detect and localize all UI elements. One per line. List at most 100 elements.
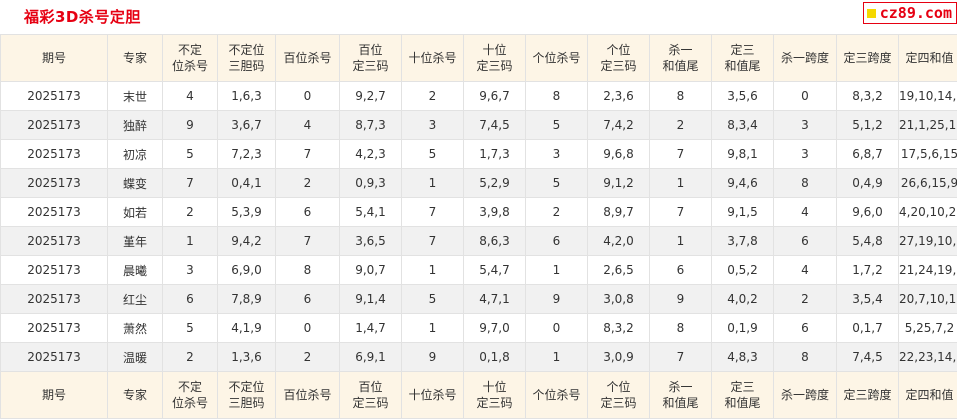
table-cell: 5 bbox=[526, 169, 588, 198]
table-cell: 9,6,7 bbox=[464, 82, 526, 111]
table-cell: 4 bbox=[774, 198, 837, 227]
table-cell: 8 bbox=[526, 82, 588, 111]
table-cell: 2025173 bbox=[1, 140, 108, 169]
table-cell: 5 bbox=[163, 314, 218, 343]
table-cell: 5,3,9 bbox=[218, 198, 276, 227]
column-header-label-line1: 十位杀号 bbox=[402, 50, 463, 66]
table-header: 期号专家不定位杀号不定位三胆码百位杀号百位定三码十位杀号十位定三码个位杀号个位定… bbox=[1, 35, 957, 82]
table-cell: 9,7,0 bbox=[464, 314, 526, 343]
footer-column-header-label-line1: 杀一 bbox=[650, 379, 711, 395]
table-cell: 红尘 bbox=[108, 285, 163, 314]
table-cell: 初凉 bbox=[108, 140, 163, 169]
table-cell: 2 bbox=[163, 198, 218, 227]
table-cell: 7 bbox=[276, 227, 340, 256]
table-cell: 3,0,8 bbox=[588, 285, 650, 314]
table-cell: 2025173 bbox=[1, 285, 108, 314]
footer-column-header-label-line2: 和值尾 bbox=[712, 395, 773, 411]
footer-column-header-cell: 不定位三胆码 bbox=[218, 372, 276, 419]
table-cell: 9,0,7 bbox=[340, 256, 402, 285]
table-cell: 26,6,15,9 bbox=[899, 169, 957, 198]
table-cell: 8,9,7 bbox=[588, 198, 650, 227]
table-cell: 0,4,9 bbox=[837, 169, 899, 198]
table-cell: 3,6,7 bbox=[218, 111, 276, 140]
table-cell: 8 bbox=[276, 256, 340, 285]
table-cell: 1 bbox=[163, 227, 218, 256]
table-cell: 8 bbox=[650, 82, 712, 111]
table-cell: 蝶变 bbox=[108, 169, 163, 198]
table-row: 2025173初凉57,2,374,2,351,7,339,6,879,8,13… bbox=[1, 140, 957, 169]
footer-column-header-label-line1: 个位杀号 bbox=[526, 387, 587, 403]
table-cell: 0 bbox=[276, 82, 340, 111]
table-cell: 9,2,7 bbox=[340, 82, 402, 111]
table-cell: 3,5,6 bbox=[712, 82, 774, 111]
table-cell: 1,3,6 bbox=[218, 343, 276, 372]
table-cell: 1 bbox=[402, 314, 464, 343]
table-cell: 2025173 bbox=[1, 169, 108, 198]
table-cell: 4,2,0 bbox=[588, 227, 650, 256]
table-cell: 5 bbox=[163, 140, 218, 169]
table-cell: 1,7,2 bbox=[837, 256, 899, 285]
table-cell: 如若 bbox=[108, 198, 163, 227]
table-cell: 3 bbox=[163, 256, 218, 285]
footer-column-header-cell: 个位定三码 bbox=[588, 372, 650, 419]
table-cell: 8 bbox=[774, 169, 837, 198]
table-cell: 萧然 bbox=[108, 314, 163, 343]
table-cell: 1 bbox=[650, 169, 712, 198]
footer-column-header-label-line2: 和值尾 bbox=[650, 395, 711, 411]
table-cell: 2025173 bbox=[1, 198, 108, 227]
table-cell: 20,7,10,16 bbox=[899, 285, 957, 314]
table-cell: 1 bbox=[526, 343, 588, 372]
table-cell: 6 bbox=[276, 285, 340, 314]
column-header-cell: 十位定三码 bbox=[464, 35, 526, 82]
table-cell: 5 bbox=[526, 111, 588, 140]
table-cell: 5,1,2 bbox=[837, 111, 899, 140]
table-cell: 7 bbox=[276, 140, 340, 169]
column-header-cell: 定三和值尾 bbox=[712, 35, 774, 82]
table-cell: 6,9,1 bbox=[340, 343, 402, 372]
table-cell: 9,6,0 bbox=[837, 198, 899, 227]
table-cell: 17,5,6,15 bbox=[899, 140, 957, 169]
footer-column-header-cell: 不定位杀号 bbox=[163, 372, 218, 419]
table-cell: 2 bbox=[526, 198, 588, 227]
table-cell: 9,4,2 bbox=[218, 227, 276, 256]
title-bar: 福彩3D杀号定胆 cz89.com bbox=[0, 0, 957, 32]
table-cell: 3,7,8 bbox=[712, 227, 774, 256]
table-cell: 晨曦 bbox=[108, 256, 163, 285]
footer-column-header-label-line1: 不定 bbox=[163, 379, 217, 395]
column-header-label-line2: 定三码 bbox=[588, 58, 649, 74]
table-cell: 0 bbox=[526, 314, 588, 343]
table-cell: 3,0,9 bbox=[588, 343, 650, 372]
column-header-label-line2: 三胆码 bbox=[218, 58, 275, 74]
table-cell: 7 bbox=[402, 198, 464, 227]
column-header-label-line1: 个位杀号 bbox=[526, 50, 587, 66]
column-header-label-line1: 杀一 bbox=[650, 42, 711, 58]
column-header-label-line2: 定三码 bbox=[464, 58, 525, 74]
table-cell: 9,1,2 bbox=[588, 169, 650, 198]
footer-column-header-cell: 定四和值 bbox=[899, 372, 957, 419]
table-cell: 7 bbox=[650, 140, 712, 169]
column-header-cell: 杀一跨度 bbox=[774, 35, 837, 82]
footer-column-header-cell: 十位定三码 bbox=[464, 372, 526, 419]
column-header-cell: 百位定三码 bbox=[340, 35, 402, 82]
column-header-cell: 定三跨度 bbox=[837, 35, 899, 82]
table-row: 2025173红尘67,8,969,1,454,7,193,0,894,0,22… bbox=[1, 285, 957, 314]
table-row: 2025173末世41,6,309,2,729,6,782,3,683,5,60… bbox=[1, 82, 957, 111]
table-cell: 4,0,2 bbox=[712, 285, 774, 314]
table-cell: 8,3,2 bbox=[588, 314, 650, 343]
column-header-cell: 专家 bbox=[108, 35, 163, 82]
prediction-table: 期号专家不定位杀号不定位三胆码百位杀号百位定三码十位杀号十位定三码个位杀号个位定… bbox=[0, 34, 957, 419]
table-cell: 21,1,25,15 bbox=[899, 111, 957, 140]
table-cell: 1 bbox=[526, 256, 588, 285]
table-cell: 6,8,7 bbox=[837, 140, 899, 169]
brand-logo[interactable]: cz89.com bbox=[863, 2, 957, 24]
table-cell: 独醉 bbox=[108, 111, 163, 140]
column-header-label-line1: 百位杀号 bbox=[276, 50, 339, 66]
table-cell: 7 bbox=[163, 169, 218, 198]
table-cell: 2,3,6 bbox=[588, 82, 650, 111]
footer-column-header-cell: 专家 bbox=[108, 372, 163, 419]
column-header-label-line1: 定四和值 bbox=[899, 50, 957, 66]
table-cell: 2025173 bbox=[1, 227, 108, 256]
table-cell: 1 bbox=[402, 169, 464, 198]
table-cell: 3,5,4 bbox=[837, 285, 899, 314]
table-cell: 9,1,5 bbox=[712, 198, 774, 227]
